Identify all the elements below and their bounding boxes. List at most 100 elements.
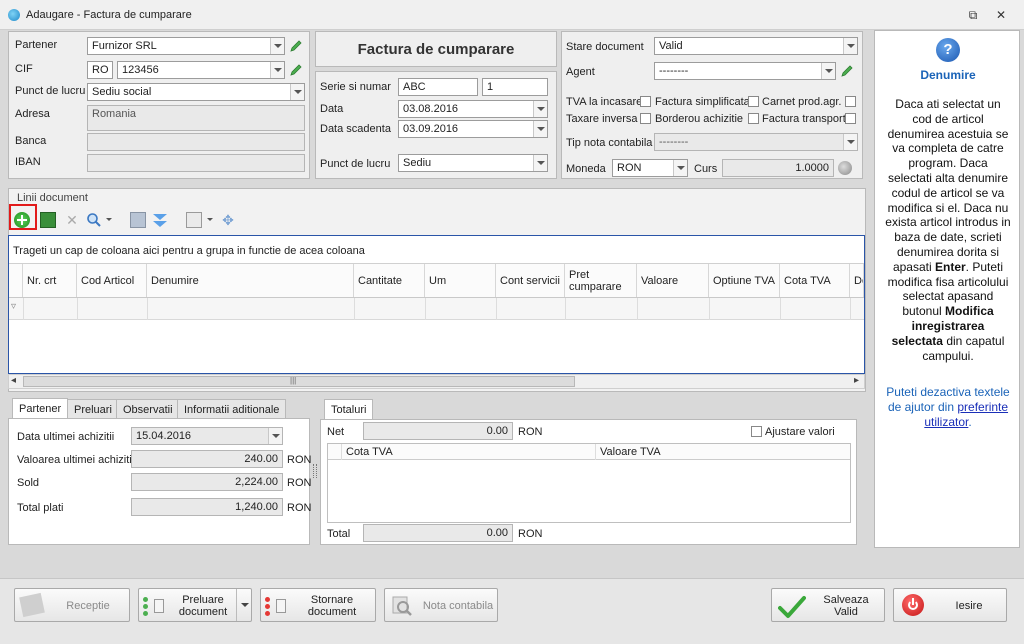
chevron-down-icon[interactable] (673, 160, 687, 176)
factura-transport-checkbox[interactable] (845, 113, 856, 124)
agent-field[interactable]: -------- (654, 62, 836, 80)
chevron-down-icon[interactable] (268, 428, 282, 444)
valoarea-field[interactable]: 240.00 (131, 450, 283, 468)
col-cod-articol[interactable]: Cod Articol (77, 264, 147, 297)
borderou-checkbox[interactable] (748, 113, 759, 124)
col-nr-crt[interactable]: Nr. crt (23, 264, 77, 297)
scadenta-value: 03.09.2016 (403, 123, 459, 135)
chevron-down-icon[interactable] (533, 121, 547, 137)
ajustare-checkbox[interactable] (751, 426, 762, 437)
scroll-left-icon[interactable]: ◂ (11, 375, 16, 386)
col-valoare-tva[interactable]: Valoare TVA (600, 446, 661, 458)
col-de[interactable]: De (850, 264, 864, 297)
col-cont-servicii[interactable]: Cont servicii (496, 264, 565, 297)
print-icon[interactable] (130, 212, 146, 228)
cif-prefix-field[interactable]: RO (87, 61, 113, 79)
splitter-handle[interactable] (313, 464, 317, 478)
punct-lucru-field[interactable]: Sediu social (87, 83, 305, 101)
sold-field[interactable]: 2,224.00 (131, 473, 283, 491)
chevron-down-icon[interactable] (821, 63, 835, 79)
numar-field[interactable]: 1 (482, 78, 548, 96)
row-indicator-header (9, 264, 23, 297)
expand-icon[interactable]: ✥ (220, 212, 236, 228)
close-icon[interactable]: ✕ (992, 6, 1010, 24)
tab-totaluri[interactable]: Totaluri (324, 399, 374, 420)
group-by-area[interactable]: Trageti un cap de coloana aici pentru a … (9, 236, 864, 264)
doc-punct-field[interactable]: Sediu (398, 154, 548, 172)
salveaza-button[interactable]: Salveaza Valid (771, 588, 885, 622)
adresa-field[interactable]: Romania (87, 105, 305, 131)
delete-icon[interactable]: ✕ (64, 212, 80, 228)
add-rows-icon[interactable] (40, 212, 56, 228)
stornare-label: Stornare document (291, 594, 373, 618)
partener-field[interactable]: Furnizor SRL (87, 37, 285, 55)
curs-refresh-icon[interactable] (838, 161, 852, 175)
scadenta-label: Data scadenta (320, 123, 391, 135)
iesire-button[interactable]: Iesire (893, 588, 1007, 622)
cif-field[interactable]: 123456 (117, 61, 285, 79)
stare-field[interactable]: Valid (654, 37, 858, 55)
banca-label: Banca (15, 135, 47, 147)
chevron-down-icon[interactable] (533, 101, 547, 117)
horizontal-scrollbar[interactable]: ◂ ||| ▸ (8, 374, 865, 389)
scroll-thumb[interactable]: ||| (23, 376, 575, 387)
net-field[interactable]: 0.00 (363, 422, 513, 440)
agent-value: -------- (659, 65, 689, 77)
moneda-field[interactable]: RON (612, 159, 688, 177)
total-field[interactable]: 0.00 (363, 524, 513, 542)
chevron-down-icon[interactable] (270, 62, 284, 78)
preluare-line2: document (178, 606, 228, 618)
col-optiune-tva[interactable]: Optiune TVA (709, 264, 780, 297)
pencil-icon[interactable] (288, 62, 304, 78)
col-cota-tva[interactable]: Cota TVA (780, 264, 850, 297)
doc-punct-label: Punct de lucru (320, 158, 391, 170)
scroll-right-icon[interactable]: ▸ (854, 375, 859, 386)
move-down-icon[interactable] (152, 212, 168, 228)
grid-layout-icon[interactable] (186, 212, 202, 228)
tab-informatii[interactable]: Informatii aditionale (177, 399, 287, 419)
tab-partener[interactable]: Partener (12, 398, 69, 419)
chevron-down-icon[interactable] (290, 84, 304, 100)
chevron-down-icon[interactable] (533, 155, 547, 171)
chevron-down-icon[interactable] (843, 38, 857, 54)
banca-field[interactable] (87, 133, 305, 151)
data-ultimei-field[interactable]: 15.04.2016 (131, 427, 283, 445)
chevron-down-icon[interactable] (207, 218, 213, 221)
tab-observatii[interactable]: Observatii (116, 399, 180, 419)
preluare-dropdown[interactable] (236, 589, 252, 621)
iban-field[interactable] (87, 154, 305, 172)
search-icon[interactable] (86, 212, 102, 228)
restore-icon[interactable]: ⧉ (964, 6, 982, 24)
col-cantitate[interactable]: Cantitate (354, 264, 425, 297)
col-denumire[interactable]: Denumire (147, 264, 354, 297)
scadenta-field[interactable]: 03.09.2016 (398, 120, 548, 138)
col-pret-cumparare[interactable]: Pret cumparare (565, 264, 637, 297)
chevron-down-icon[interactable] (270, 38, 284, 54)
stornare-document-button[interactable]: Stornare document (260, 588, 376, 622)
col-valoare[interactable]: Valoare (637, 264, 709, 297)
nota-contabila-button[interactable]: Nota contabila (384, 588, 498, 622)
chevron-down-icon[interactable] (106, 218, 112, 221)
tab-preluari[interactable]: Preluari (67, 399, 119, 419)
add-line-icon[interactable] (14, 212, 30, 228)
curs-field[interactable]: 1.0000 (722, 159, 834, 177)
factura-simplificata-checkbox[interactable] (748, 96, 759, 107)
pencil-icon[interactable] (839, 63, 855, 79)
carnet-checkbox[interactable] (845, 96, 856, 107)
factura-transport-label: Factura transport (762, 113, 846, 125)
taxare-inversa-checkbox[interactable] (640, 113, 651, 124)
col-um[interactable]: Um (425, 264, 496, 297)
col-cota-tva-total[interactable]: Cota TVA (346, 446, 393, 458)
data-field[interactable]: 03.08.2016 (398, 100, 548, 118)
filter-row[interactable]: ▿ (9, 298, 864, 320)
serie-field[interactable]: ABC (398, 78, 478, 96)
preluare-document-button[interactable]: Preluare document (138, 588, 252, 622)
tva-incasare-checkbox[interactable] (640, 96, 651, 107)
tip-nota-field[interactable]: -------- (654, 133, 858, 151)
filter-icon[interactable]: ▿ (11, 301, 16, 312)
pencil-icon[interactable] (288, 38, 304, 54)
chevron-down-icon[interactable] (843, 134, 857, 150)
receptie-button[interactable]: Receptie (14, 588, 130, 622)
help-link-end: . (968, 415, 972, 429)
total-plati-field[interactable]: 1,240.00 (131, 498, 283, 516)
